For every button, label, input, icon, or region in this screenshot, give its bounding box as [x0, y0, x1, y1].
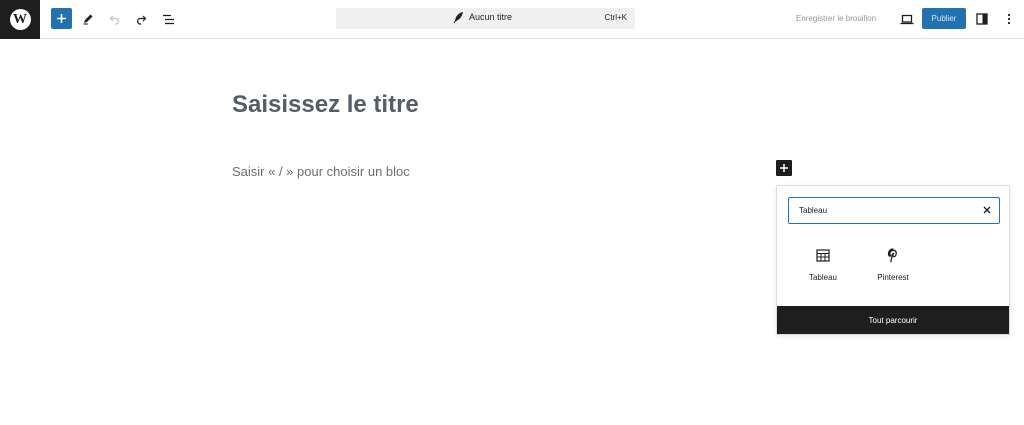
quick-inserter-popover: Tableau Tableau Pinterest Tout parcourir	[776, 185, 1010, 335]
block-search-input[interactable]: Tableau	[788, 197, 1000, 224]
editor-header: W Aucun titre Ctrl+K Enregistrer le brou…	[0, 0, 1024, 39]
plus-icon	[780, 164, 788, 172]
undo-button[interactable]	[104, 8, 126, 30]
laptop-icon	[900, 14, 914, 24]
feather-icon	[453, 12, 463, 24]
redo-button[interactable]	[130, 8, 152, 30]
post-title-input[interactable]: Saisissez le titre	[232, 91, 419, 119]
inline-block-inserter-button[interactable]	[776, 160, 792, 176]
preview-button[interactable]	[896, 8, 918, 30]
options-menu-button[interactable]	[998, 8, 1020, 30]
default-block-appender[interactable]: Saisir « / » pour choisir un bloc	[232, 164, 410, 179]
document-title: Aucun titre	[469, 12, 513, 22]
close-icon	[983, 206, 991, 214]
tools-button[interactable]	[77, 8, 99, 30]
document-overview-button[interactable]	[157, 8, 179, 30]
pinterest-icon	[887, 247, 897, 262]
redo-icon	[137, 15, 147, 25]
block-result-table[interactable]: Tableau	[793, 246, 853, 288]
vertical-ellipsis-icon	[1007, 13, 1011, 25]
command-palette-bar[interactable]: Aucun titre Ctrl+K	[336, 8, 635, 29]
plus-icon	[57, 14, 66, 23]
block-inserter-toggle-button[interactable]	[51, 8, 72, 29]
block-result-pinterest[interactable]: Pinterest	[863, 246, 923, 288]
keyboard-shortcut: Ctrl+K	[604, 13, 627, 22]
browse-all-button[interactable]: Tout parcourir	[777, 306, 1009, 334]
undo-icon	[109, 15, 119, 25]
wordpress-logo-icon: W	[9, 9, 31, 30]
block-result-label: Tableau	[808, 273, 838, 282]
clear-search-button[interactable]	[981, 204, 993, 216]
list-view-icon	[162, 14, 174, 24]
publish-button[interactable]: Publier	[922, 8, 966, 29]
pen-icon	[83, 14, 93, 25]
search-value: Tableau	[799, 206, 828, 215]
logo-letter: W	[13, 11, 27, 27]
wordpress-logo-button[interactable]: W	[0, 0, 40, 39]
save-draft-button[interactable]: Enregistrer le brouillon	[796, 14, 876, 23]
sidebar-toggle-icon	[976, 13, 988, 25]
block-result-label: Pinterest	[877, 273, 909, 282]
table-icon	[816, 248, 830, 262]
settings-sidebar-button[interactable]	[971, 8, 993, 30]
